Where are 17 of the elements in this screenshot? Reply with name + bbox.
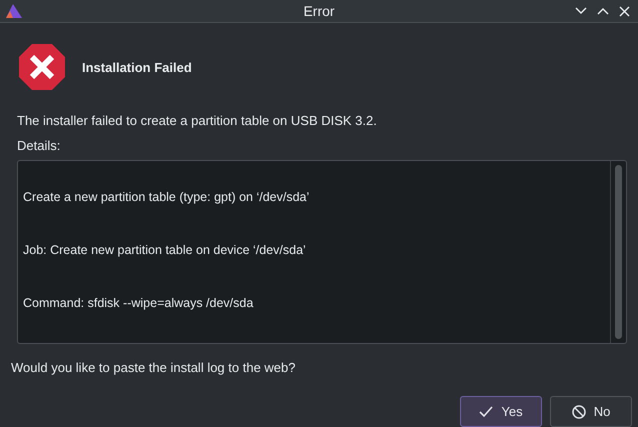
details-label: Details:	[16, 136, 62, 155]
window-title: Error	[303, 2, 335, 21]
checkmark-icon	[479, 406, 494, 418]
details-line: Job: Create new partition table on device ‘/dev/sda’	[23, 242, 307, 260]
close-icon[interactable]	[619, 6, 630, 17]
details-line: Command: sfdisk --wipe=always /dev/sda	[23, 294, 254, 312]
yes-button[interactable]: Yes	[460, 396, 542, 427]
cancel-icon	[572, 404, 586, 418]
heading: Installation Failed	[82, 58, 192, 77]
minimize-icon[interactable]	[575, 7, 587, 16]
no-button[interactable]: No	[550, 396, 632, 427]
error-message: The installer failed to create a partition table on USB DISK 3.2.	[16, 112, 378, 130]
app-logo-icon	[4, 2, 24, 20]
question-text: Would you like to paste the install log to the web?	[10, 358, 296, 377]
maximize-icon[interactable]	[597, 7, 609, 16]
error-icon	[18, 43, 66, 92]
details-line: Create a new partition table (type: gpt) on ‘/dev/sda’	[23, 189, 310, 206]
